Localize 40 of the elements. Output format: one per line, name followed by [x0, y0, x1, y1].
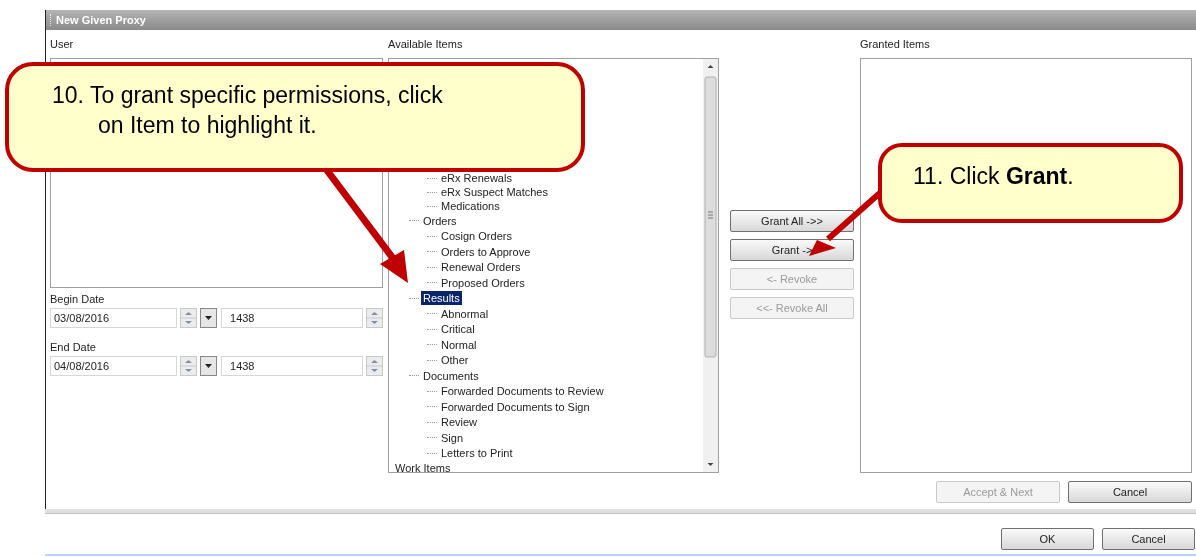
tree-item[interactable]: Sign — [439, 430, 466, 445]
spin-arrows-icon[interactable] — [366, 356, 383, 376]
tree-item[interactable]: Cosign Orders — [439, 229, 514, 244]
field-label: Available Items — [388, 37, 464, 51]
tree-item[interactable]: Proposed Orders — [439, 275, 527, 290]
tree-item[interactable]: Letters to Print — [439, 446, 515, 461]
tree-item[interactable]: Abnormal — [439, 306, 491, 321]
field-label: User — [50, 37, 75, 51]
tree-item[interactable]: eRx Suspect Matches — [439, 185, 550, 199]
date-field[interactable]: 04/08/2016 — [50, 356, 177, 376]
tree-item[interactable]: Normal — [439, 337, 479, 352]
panel-button[interactable]: Cancel — [1068, 481, 1192, 503]
tree-item[interactable]: Renewal Orders — [439, 260, 523, 275]
scrollbar-drawing[interactable] — [703, 59, 718, 472]
dialog-button[interactable]: Cancel — [1102, 528, 1195, 550]
spin-arrows-icon[interactable] — [366, 308, 383, 328]
tree-item[interactable]: Forwarded Documents to Sign — [439, 399, 592, 414]
time-field[interactable]: 1438 — [221, 308, 363, 328]
transfer-button[interactable]: Grant All ->> — [730, 210, 854, 232]
tree-item[interactable]: Orders — [421, 213, 459, 228]
tree-item[interactable]: Review — [439, 415, 480, 430]
tree-item[interactable]: Work Items — [395, 461, 451, 472]
tree-item[interactable]: Other — [439, 353, 471, 368]
callout-text: 11. Click Grant. — [913, 162, 1075, 191]
tree-item[interactable]: Medications — [439, 199, 502, 213]
transfer-button[interactable]: Grant -> — [730, 239, 854, 261]
tree-item[interactable]: Results — [421, 291, 462, 306]
field-label: Granted Items — [860, 37, 931, 51]
tree-item[interactable]: Documents — [421, 368, 481, 383]
field-label: Begin Date — [50, 292, 106, 307]
tree-item[interactable]: Orders to Approve — [439, 244, 533, 259]
field-label: End Date — [50, 340, 97, 355]
callout-text: 10. To grant specific permissions, click on Item to highlight it. — [52, 81, 444, 140]
date-field[interactable]: 03/08/2016 — [50, 308, 177, 328]
dialog-button[interactable]: OK — [1001, 528, 1094, 550]
time-field[interactable]: 1438 — [221, 356, 363, 376]
tree-item[interactable]: Forwarded Documents to Review — [439, 384, 606, 399]
tree-item[interactable]: Critical — [439, 322, 477, 337]
tree-item[interactable]: eRx Renewals — [439, 171, 514, 185]
window-title: New Given Proxy — [56, 12, 146, 28]
